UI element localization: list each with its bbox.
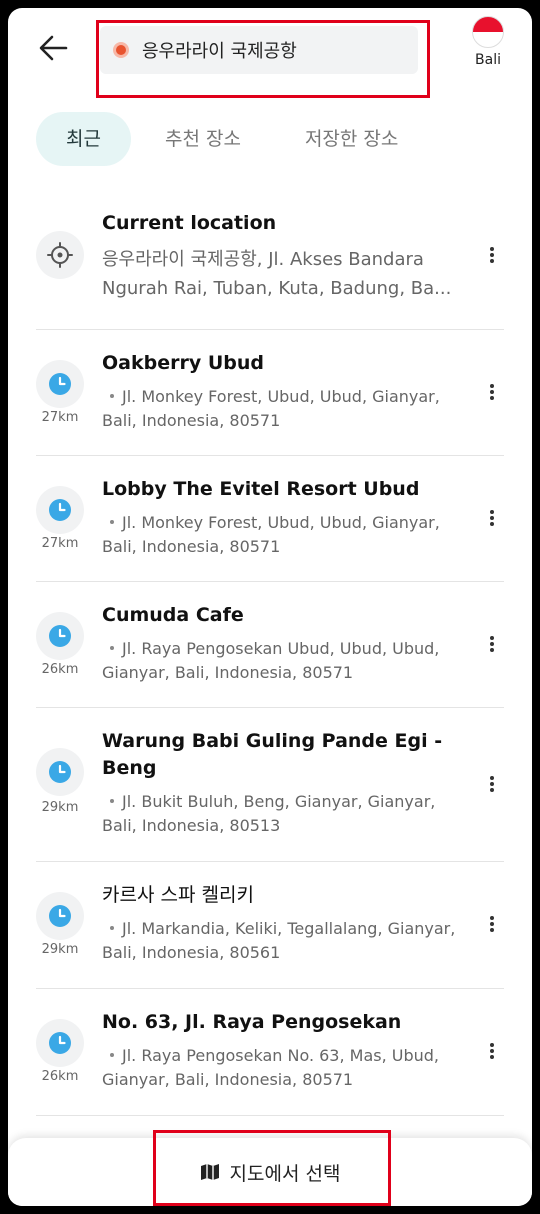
place-title: 카르사 스파 켈리키 [102,884,254,906]
origin-search-field[interactable]: 응우라라이 국제공항 [100,26,418,74]
place-title: Warung Babi Guling Pande Egi - Beng [102,730,443,779]
list-item[interactable]: 26km Cumuda Cafe Jl. Raya Pengosekan Ubu… [36,582,504,708]
origin-dot-icon [116,45,126,55]
origin-search-text: 응우라라이 국제공항 [142,41,297,62]
place-title: No. 63, Jl. Raya Pengosekan [102,1011,402,1033]
bullet-icon [110,1053,114,1057]
map-icon [200,1164,219,1180]
more-vertical-icon [490,510,494,526]
distance-label: 27km [41,536,79,551]
more-menu-button[interactable] [480,380,504,404]
distance-label: 29km [41,942,79,957]
clock-icon [49,761,71,783]
bullet-icon [110,926,114,930]
distance-label: 26km [41,1069,79,1084]
place-title: Cumuda Cafe [102,604,244,626]
indonesia-flag-icon [472,16,504,48]
list-item[interactable]: 29km 카르사 스파 켈리키 Jl. Markandia, Keliki, T… [36,862,504,989]
bullet-icon [110,394,114,398]
current-location-title: Current location [102,212,277,234]
clock-icon [49,905,71,927]
more-menu-button[interactable] [480,506,504,530]
tab-recommended[interactable]: 추천 장소 [135,112,271,166]
more-vertical-icon [490,776,494,792]
place-address: Jl. Monkey Forest, Ubud, Ubud, Gianyar, … [102,513,440,556]
list-item[interactable]: 26km No. 63, Jl. Raya Pengosekan Jl. Ray… [36,989,504,1116]
header: 응우라라이 국제공항 Bali [8,8,532,98]
more-menu-button[interactable] [480,772,504,796]
distance-label: 27km [41,410,79,425]
region-label: Bali [475,52,501,68]
list-item[interactable]: 29km Warung Babi Guling Pande Egi - Beng… [36,708,504,862]
history-icon-circle [36,748,84,796]
history-icon-circle [36,360,84,408]
place-address: Jl. Markandia, Keliki, Tegallalang, Gian… [102,919,456,962]
screen: 응우라라이 국제공항 Bali 최근 추천 장소 저장한 장소 Current … [8,8,532,1206]
select-on-map-button[interactable]: 지도에서 선택 [153,1138,387,1206]
history-icon-circle [36,612,84,660]
arrow-left-icon [39,35,68,61]
history-icon-circle [36,486,84,534]
bullet-icon [110,646,114,650]
place-address: Jl. Bukit Buluh, Beng, Gianyar, Gianyar,… [102,792,436,835]
history-icon-circle [36,1019,84,1067]
more-menu-button[interactable] [480,912,504,936]
crosshair-icon [47,242,73,268]
bullet-icon [110,520,114,524]
list-item-current-location[interactable]: Current location 응우라라이 국제공항, Jl. Akses B… [36,188,504,330]
history-icon-circle [36,892,84,940]
more-vertical-icon [490,247,494,263]
bottom-bar: 지도에서 선택 [8,1138,532,1206]
list-item[interactable]: 27km Oakberry Ubud Jl. Monkey Forest, Ub… [36,330,504,456]
tab-saved[interactable]: 저장한 장소 [275,112,428,166]
place-title: Lobby The Evitel Resort Ubud [102,478,420,500]
bullet-icon [110,799,114,803]
back-button[interactable] [36,30,72,66]
more-menu-button[interactable] [480,632,504,656]
tab-bar: 최근 추천 장소 저장한 장소 [36,112,428,166]
more-vertical-icon [490,636,494,652]
current-location-icon-circle [36,231,84,279]
more-menu-button[interactable] [480,243,504,267]
place-address: Jl. Raya Pengosekan No. 63, Mas, Ubud, G… [102,1046,440,1089]
more-vertical-icon [490,916,494,932]
clock-icon [49,499,71,521]
current-location-address: 응우라라이 국제공항, Jl. Akses Bandara Ngurah Rai… [102,249,452,299]
more-vertical-icon [490,384,494,400]
more-menu-button[interactable] [480,1039,504,1063]
clock-icon [49,1032,71,1054]
place-address: Jl. Monkey Forest, Ubud, Ubud, Gianyar, … [102,387,440,430]
place-title: Oakberry Ubud [102,352,264,374]
place-address: Jl. Raya Pengosekan Ubud, Ubud, Ubud, Gi… [102,639,440,682]
list-item[interactable]: 27km Lobby The Evitel Resort Ubud Jl. Mo… [36,456,504,582]
distance-label: 26km [41,662,79,677]
place-list: Current location 응우라라이 국제공항, Jl. Akses B… [36,188,504,1116]
clock-icon [49,625,71,647]
select-on-map-label: 지도에서 선택 [229,1162,341,1185]
clock-icon [49,373,71,395]
more-vertical-icon [490,1043,494,1059]
distance-label: 29km [41,800,79,815]
tab-recent[interactable]: 최근 [36,112,131,166]
region-selector[interactable]: Bali [458,16,518,68]
